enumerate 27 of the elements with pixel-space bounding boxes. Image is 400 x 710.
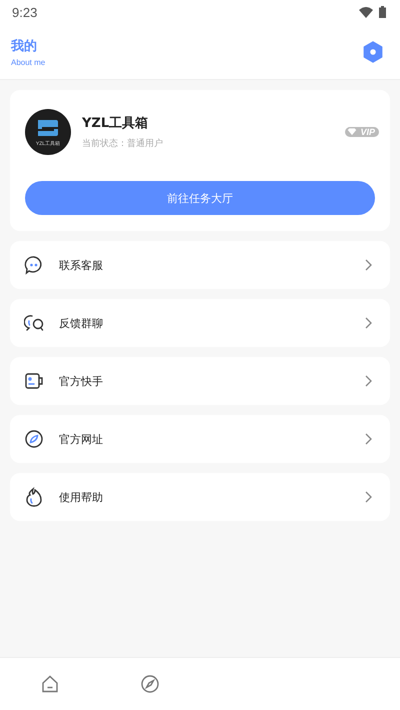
wifi-icon [359,6,373,18]
status-time: 9:23 [12,4,38,20]
menu-item[interactable]: 反馈群聊 [10,299,390,347]
user-name: YZL工具箱 [82,115,150,132]
chat-bubble-icon [24,255,44,275]
chevron-right-icon [365,375,372,387]
chevron-right-icon [365,433,372,445]
chevron-right-icon [365,317,372,329]
menu-item[interactable]: 使用帮助 [10,473,390,521]
logo-icon [35,117,61,139]
compass-icon[interactable] [140,674,160,694]
menu-item[interactable]: 官方快手 [10,357,390,405]
chevron-right-icon [365,259,372,271]
page-subtitle: About me [11,58,46,66]
menu-item[interactable]: 官方网址 [10,415,390,463]
menu-item[interactable]: 联系客服 [10,241,390,289]
user-status: 当前状态：普通用户 [82,137,164,150]
flame-icon [24,487,44,507]
settings-icon[interactable] [362,40,384,62]
camera-icon [24,371,44,391]
chat-bubbles-icon [24,313,44,333]
page-title: 我的 [11,38,38,54]
battery-icon [379,6,386,18]
compass-icon [24,429,44,449]
home-icon[interactable] [40,674,60,694]
vip-label: VIP [360,127,375,137]
chevron-right-icon [365,491,372,503]
